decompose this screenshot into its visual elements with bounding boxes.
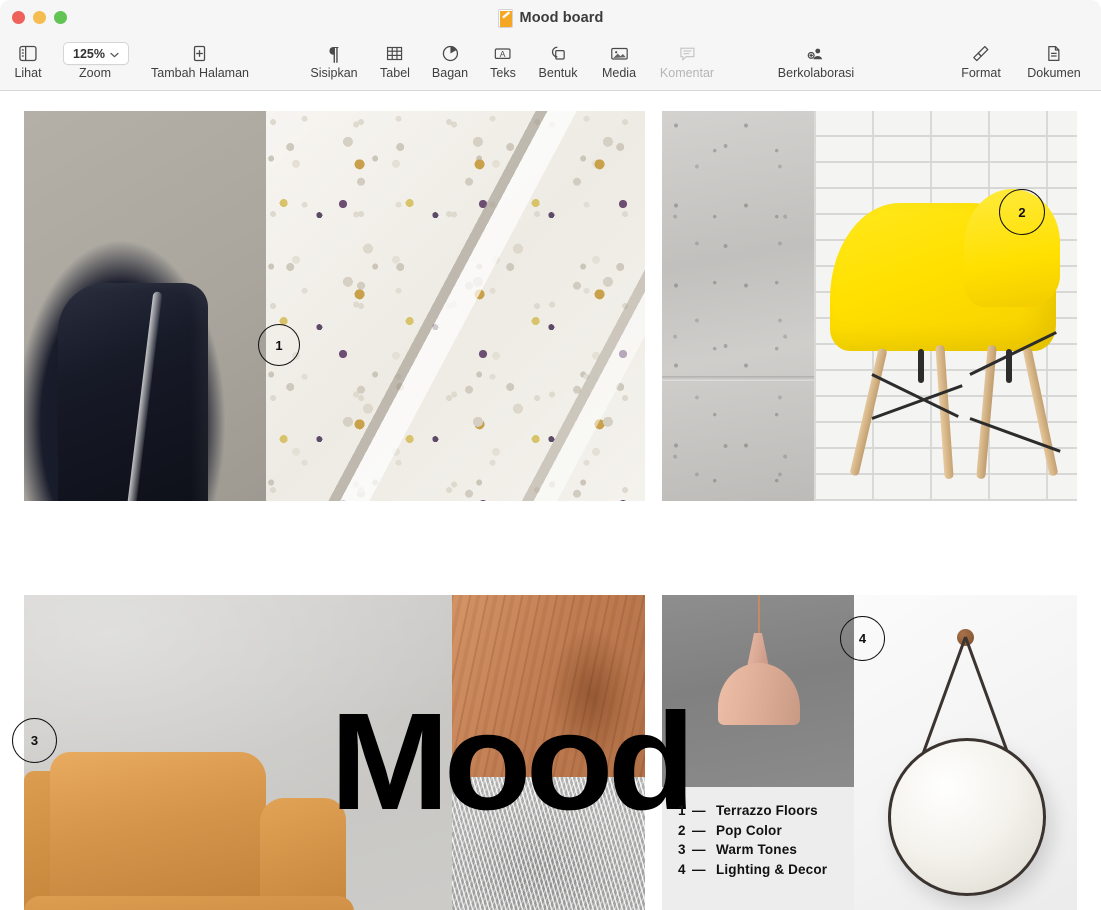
legend-label-2: Pop Color — [716, 821, 782, 841]
concrete-seam — [662, 376, 814, 381]
window-title: Mood board — [520, 10, 604, 26]
pages-window: Mood board Lihat 125% — [0, 0, 1101, 910]
image-dark-chair[interactable] — [24, 111, 266, 501]
legend-item-2: 2 — Pop Color — [678, 821, 827, 841]
media-image-icon — [608, 38, 629, 64]
toolbar-label-chart: Bagan — [432, 66, 468, 80]
toolbar-label-shape: Bentuk — [539, 66, 578, 80]
legend-label-3: Warm Tones — [716, 840, 797, 860]
legend-number-4: 4 — [678, 860, 692, 880]
badge-2[interactable]: 2 — [999, 189, 1045, 235]
toolbar-label-text: Teks — [490, 66, 516, 80]
toolbar-item-document[interactable]: Dokumen — [1027, 38, 1081, 80]
badge-1[interactable]: 1 — [258, 324, 300, 366]
app-toolbar: Lihat 125% Zoom Tambah Halaman — [0, 36, 1101, 91]
document-canvas[interactable]: Mood Board. 1 — Terrazzo Floors 2 — Pop … — [0, 91, 1101, 910]
toolbar-label-table: Tabel — [380, 66, 410, 80]
toolbar-item-shape[interactable]: Bentuk — [539, 38, 578, 80]
toolbar-item-text[interactable]: A Teks — [490, 38, 516, 80]
toolbar-item-view[interactable]: Lihat — [14, 38, 41, 80]
legend-item-1: 1 — Terrazzo Floors — [678, 801, 827, 821]
toolbar-label-document: Dokumen — [1027, 66, 1081, 80]
image-concrete[interactable] — [662, 111, 814, 501]
legend-number-3: 3 — [678, 840, 692, 860]
svg-text:¶: ¶ — [329, 43, 340, 64]
badge-4[interactable]: 4 — [840, 616, 885, 661]
toolbar-item-format[interactable]: Format — [961, 38, 1001, 80]
mirror-glass — [888, 738, 1046, 896]
toolbar-label-collaborate: Berkolaborasi — [778, 66, 854, 80]
image-mirror[interactable] — [854, 595, 1077, 910]
legend-dash-3: — — [692, 840, 716, 860]
pages-document-icon — [498, 9, 513, 28]
toolbar-label-media: Media — [602, 66, 636, 80]
legend-number-1: 1 — [678, 801, 692, 821]
legend-number-2: 2 — [678, 821, 692, 841]
window-title-group: Mood board — [0, 0, 1101, 36]
pie-chart-icon — [440, 38, 461, 64]
legend-item-3: 3 — Warm Tones — [678, 840, 827, 860]
toolbar-item-media[interactable]: Media — [602, 38, 636, 80]
collaborate-icon — [805, 38, 827, 64]
add-page-icon — [190, 38, 211, 64]
toolbar-item-insert[interactable]: ¶ Sisipkan — [310, 38, 357, 80]
toolbar-label-comment: Komentar — [660, 66, 714, 80]
chevron-down-icon — [110, 45, 119, 63]
document-icon — [1044, 38, 1065, 64]
badge-3[interactable]: 3 — [12, 718, 57, 763]
toolbar-item-table[interactable]: Tabel — [380, 38, 410, 80]
legend-dash-1: — — [692, 801, 716, 821]
comment-icon — [676, 38, 697, 64]
toolbar-label-insert: Sisipkan — [310, 66, 357, 80]
legend-label-1: Terrazzo Floors — [716, 801, 818, 821]
lamp-cone — [747, 633, 769, 667]
toolbar-label-add-page: Tambah Halaman — [151, 66, 249, 80]
image-terrazzo[interactable] — [266, 111, 645, 501]
legend-label-4: Lighting & Decor — [716, 860, 827, 880]
toolbar-item-collaborate[interactable]: Berkolaborasi — [778, 38, 854, 80]
pilcrow-icon: ¶ — [324, 38, 345, 64]
toolbar-item-zoom[interactable]: Zoom — [79, 66, 111, 80]
legend-dash-4: — — [692, 860, 716, 880]
svg-text:A: A — [500, 49, 506, 59]
toolbar-label-view: Lihat — [14, 66, 41, 80]
table-icon — [384, 38, 405, 64]
toolbar-item-add-page[interactable]: Tambah Halaman — [151, 38, 249, 80]
toolbar-item-comment[interactable]: Komentar — [660, 38, 714, 80]
terrazzo-crack-overlay — [266, 111, 645, 501]
text-box-icon: A — [492, 38, 513, 64]
zoom-value: 125% — [73, 47, 105, 61]
shapes-icon — [547, 38, 568, 64]
window-titlebar: Mood board — [0, 0, 1101, 36]
toolbar-label-zoom: Zoom — [79, 66, 111, 80]
sidebar-icon — [17, 38, 38, 64]
toolbar-label-format: Format — [961, 66, 1001, 80]
image-yellow-chair[interactable] — [814, 111, 1077, 501]
toolbar-item-chart[interactable]: Bagan — [432, 38, 468, 80]
legend-dash-2: — — [692, 821, 716, 841]
zoom-dropdown[interactable]: 125% — [63, 42, 129, 65]
legend-item-4: 4 — Lighting & Decor — [678, 860, 827, 880]
lamp-cord — [758, 595, 760, 635]
legend-list[interactable]: 1 — Terrazzo Floors 2 — Pop Color 3 — Wa… — [678, 801, 827, 879]
format-brush-icon — [971, 38, 992, 64]
